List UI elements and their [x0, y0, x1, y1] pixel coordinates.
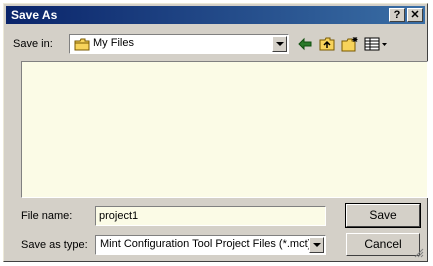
- chevron-down-icon[interactable]: [309, 237, 324, 253]
- save-in-dropdown[interactable]: My Files: [69, 34, 289, 54]
- save-as-type-label: Save as type:: [21, 239, 88, 251]
- close-button[interactable]: ✕: [407, 8, 423, 22]
- chevron-down-icon[interactable]: [272, 36, 287, 52]
- up-folder-icon[interactable]: [319, 36, 335, 52]
- save-as-type-dropdown[interactable]: Mint Configuration Tool Project Files (*…: [95, 235, 326, 255]
- back-arrow-icon[interactable]: [297, 36, 313, 52]
- view-menu-icon[interactable]: [364, 36, 388, 52]
- save-as-type-value: Mint Configuration Tool Project Files (*…: [100, 238, 312, 250]
- cancel-button[interactable]: Cancel: [346, 233, 420, 256]
- save-as-dialog: Save As ? ✕ Save in: My Files File name:…: [3, 3, 428, 262]
- save-in-label: Save in:: [13, 38, 53, 50]
- save-in-value: My Files: [93, 37, 134, 49]
- file-list[interactable]: [21, 61, 428, 198]
- title-bar[interactable]: Save As ? ✕: [6, 6, 425, 24]
- folder-icon: [74, 38, 90, 51]
- window-title: Save As: [11, 8, 58, 22]
- help-button[interactable]: ?: [389, 8, 405, 22]
- file-name-label: File name:: [21, 210, 73, 222]
- new-folder-icon[interactable]: [341, 36, 359, 52]
- file-name-field[interactable]: [95, 206, 326, 226]
- close-icon: ✕: [410, 9, 420, 21]
- resize-grip-icon[interactable]: [414, 248, 424, 258]
- save-button[interactable]: Save: [345, 203, 421, 228]
